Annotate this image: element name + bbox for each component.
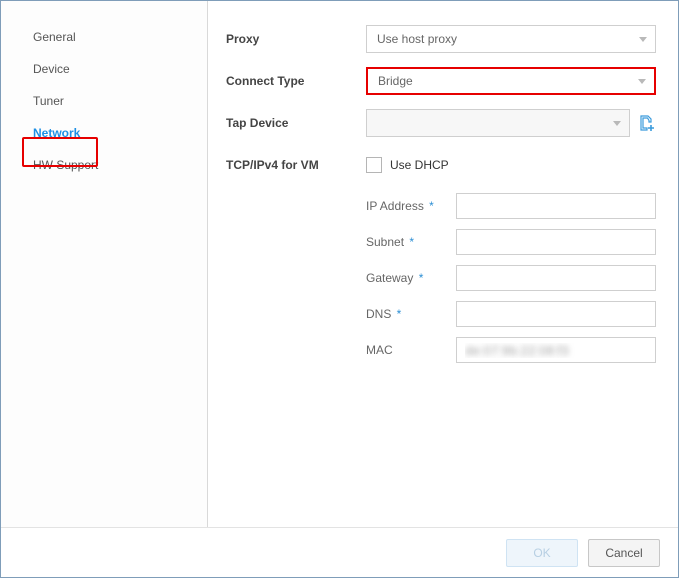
checkbox-use-dhcp[interactable] [366, 157, 382, 173]
row-gateway: Gateway * [366, 265, 656, 291]
label-ip: IP Address * [366, 199, 456, 213]
select-proxy[interactable]: Use host proxy [366, 25, 656, 53]
label-gateway: Gateway * [366, 271, 456, 285]
chevron-down-icon [613, 121, 621, 126]
content-panel: Proxy Use host proxy Connect Type Bridge… [208, 1, 678, 527]
tcpip-fields: IP Address * Subnet * Gateway * DNS * MA… [366, 193, 656, 363]
row-proxy: Proxy Use host proxy [226, 25, 656, 53]
label-mac: MAC [366, 343, 456, 357]
use-dhcp-wrapper: Use DHCP [366, 157, 449, 173]
input-mac[interactable] [456, 337, 656, 363]
ok-button[interactable]: OK [506, 539, 578, 567]
chevron-down-icon [639, 37, 647, 42]
sidebar: General Device Tuner Network HW Support [1, 1, 208, 527]
select-tap-device[interactable] [366, 109, 630, 137]
label-connect-type: Connect Type [226, 74, 366, 88]
sidebar-item-general[interactable]: General [1, 21, 207, 53]
label-use-dhcp: Use DHCP [390, 158, 449, 172]
row-tap-device: Tap Device [226, 109, 656, 137]
chevron-down-icon [638, 79, 646, 84]
select-connect-type-value: Bridge [378, 74, 413, 88]
dialog-footer: OK Cancel [1, 527, 678, 577]
settings-dialog: General Device Tuner Network HW Support … [0, 0, 679, 578]
cancel-button[interactable]: Cancel [588, 539, 660, 567]
dialog-body: General Device Tuner Network HW Support … [1, 1, 678, 527]
input-gateway[interactable] [456, 265, 656, 291]
new-device-icon[interactable] [638, 114, 656, 132]
label-subnet: Subnet * [366, 235, 456, 249]
label-tcpip: TCP/IPv4 for VM [226, 158, 366, 172]
input-subnet[interactable] [456, 229, 656, 255]
row-ip: IP Address * [366, 193, 656, 219]
input-ip[interactable] [456, 193, 656, 219]
sidebar-item-device[interactable]: Device [1, 53, 207, 85]
row-dns: DNS * [366, 301, 656, 327]
row-tcpip: TCP/IPv4 for VM Use DHCP [226, 151, 656, 179]
select-proxy-value: Use host proxy [377, 32, 457, 46]
input-dns[interactable] [456, 301, 656, 327]
sidebar-item-network[interactable]: Network [1, 117, 207, 149]
sidebar-item-hw-support[interactable]: HW Support [1, 149, 207, 181]
row-connect-type: Connect Type Bridge [226, 67, 656, 95]
row-subnet: Subnet * [366, 229, 656, 255]
sidebar-item-tuner[interactable]: Tuner [1, 85, 207, 117]
row-mac: MAC [366, 337, 656, 363]
label-dns: DNS * [366, 307, 456, 321]
select-connect-type[interactable]: Bridge [366, 67, 656, 95]
label-tap-device: Tap Device [226, 116, 366, 130]
label-proxy: Proxy [226, 32, 366, 46]
